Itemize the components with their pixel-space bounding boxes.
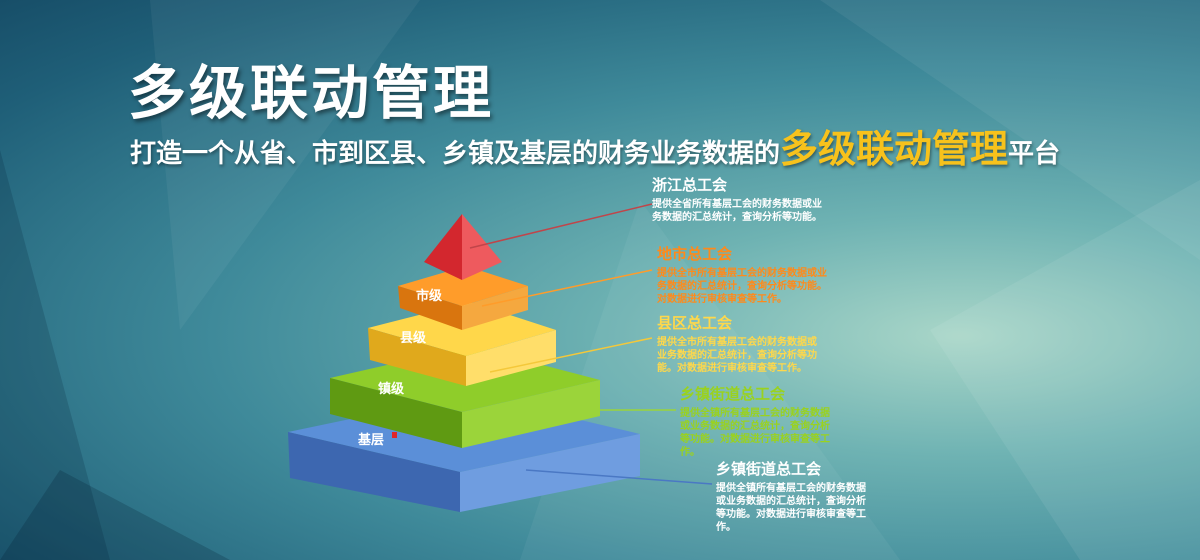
note-town: 乡镇街道总工会 提供全镇所有基层工会的财务数据或业务数据的汇总统计，查询分析等功… [680, 383, 832, 459]
note-city: 地市总工会 提供全市所有基层工会的财务数据或业务数据的汇总统计，查询分析等功能。… [657, 243, 833, 306]
tier-apex [424, 214, 502, 280]
note-desc: 提供全市所有基层工会的财务数据或业务数据的汇总统计，查询分析等功能。对数据进行审… [657, 337, 817, 374]
note-title: 乡镇街道总工会 [716, 460, 822, 478]
note-desc: 提供全镇所有基层工会的财务数据或业务数据的汇总统计，查询分析等功能。对数据进行审… [680, 408, 830, 458]
banner: 多级联动管理 打造一个从省、市到区县、乡镇及基层的财务业务数据的多级联动管理平台 [0, 0, 1200, 560]
note-desc: 提供全市所有基层工会的财务数据或业务数据的汇总统计，查询分析等功能。对数据进行审… [657, 268, 827, 305]
note-county: 县区总工会 提供全市所有基层工会的财务数据或业务数据的汇总统计，查询分析等功能。… [657, 312, 821, 375]
note-title: 地市总工会 [657, 245, 733, 263]
pyramid-diagram: 市级 县级 镇级 基层 [288, 203, 713, 512]
connector-line-1 [469, 203, 653, 249]
note-province: 浙江总工会 提供全省所有基层工会的财务数据或业务数据的汇总统计，查询分析等功能。 [652, 174, 822, 224]
tier-label-city: 市级 [416, 288, 443, 304]
base-marker [392, 432, 397, 438]
tier-label-county: 县级 [400, 330, 427, 346]
note-desc: 提供全省所有基层工会的财务数据或业务数据的汇总统计，查询分析等功能。 [652, 199, 822, 223]
note-title: 浙江总工会 [652, 176, 728, 194]
tier-label-town: 镇级 [378, 381, 405, 397]
note-title: 县区总工会 [657, 314, 733, 332]
tier-label-base: 基层 [357, 432, 384, 448]
note-desc: 提供全镇所有基层工会的财务数据或业务数据的汇总统计，查询分析等功能。对数据进行审… [716, 483, 866, 533]
note-title: 乡镇街道总工会 [680, 385, 786, 403]
note-base: 乡镇街道总工会 提供全镇所有基层工会的财务数据或业务数据的汇总统计，查询分析等功… [716, 458, 868, 534]
